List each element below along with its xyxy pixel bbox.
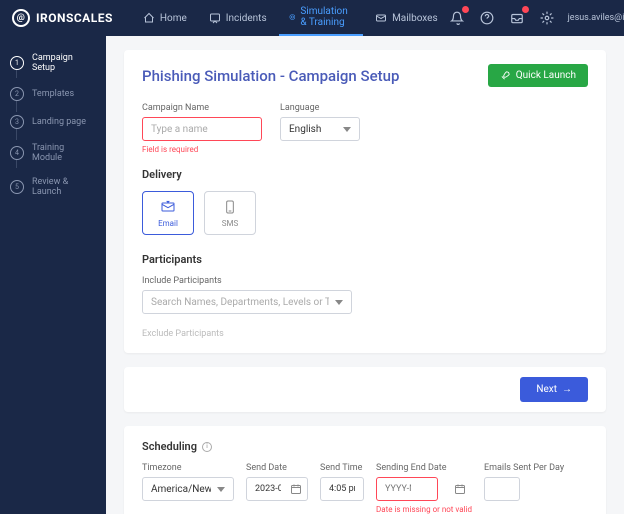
language-select[interactable]: English xyxy=(280,117,360,141)
nav-home-label: Home xyxy=(160,13,187,24)
main-nav: Home Incidents Simulation & Training Mai… xyxy=(133,0,448,36)
scheduling-title: Schedulingi xyxy=(142,440,588,453)
help-icon xyxy=(480,11,494,25)
notifications-button[interactable] xyxy=(448,9,466,27)
delivery-email[interactable]: Email xyxy=(142,191,194,235)
nav-incidents-label: Incidents xyxy=(226,13,267,24)
page-title: Phishing Simulation - Campaign Setup xyxy=(142,67,399,85)
end-date-error: Date is missing or not valid xyxy=(376,505,472,514)
brand-text: IRONSCALES xyxy=(36,11,113,25)
email-icon xyxy=(160,199,176,215)
nav-simulation-label: Simulation & Training xyxy=(300,6,353,28)
timezone-select[interactable]: America/New_York xyxy=(142,477,234,501)
end-date-label: Sending End Date xyxy=(376,463,472,473)
arrow-right-icon: → xyxy=(562,384,572,395)
language-label: Language xyxy=(280,103,360,113)
wizard-sidebar: 1Campaign Setup 2Templates 3Landing page… xyxy=(0,36,106,514)
nav-mailboxes[interactable]: Mailboxes xyxy=(365,0,448,36)
topbar-right: jesus.aviles@inboun... ▾ xyxy=(448,9,624,27)
participants-title: Participants xyxy=(142,253,588,266)
send-time-label: Send Time xyxy=(320,463,364,473)
delivery-title: Delivery xyxy=(142,168,588,181)
nav-simulation[interactable]: Simulation & Training xyxy=(279,0,363,36)
nav-home[interactable]: Home xyxy=(133,0,197,36)
bell-icon xyxy=(450,11,464,25)
user-email: jesus.aviles@inboun... xyxy=(568,13,624,23)
end-date-input[interactable] xyxy=(376,477,438,501)
calendar-icon xyxy=(290,483,302,495)
calendar-icon xyxy=(454,483,466,495)
include-participants-select[interactable]: Search Names, Departments, Levels or Tag… xyxy=(142,290,352,314)
step-training-module[interactable]: 4Training Module xyxy=(0,136,106,170)
step-campaign-setup[interactable]: 1Campaign Setup xyxy=(0,46,106,80)
target-icon xyxy=(289,11,296,23)
next-button[interactable]: Next → xyxy=(520,377,588,402)
mailbox-icon xyxy=(375,12,387,24)
settings-button[interactable] xyxy=(538,9,556,27)
step-landing-page[interactable]: 3Landing page xyxy=(0,108,106,136)
inbox-icon xyxy=(510,11,524,25)
send-time-input[interactable] xyxy=(320,477,364,501)
step-review-launch[interactable]: 5Review & Launch xyxy=(0,170,106,204)
delivery-sms[interactable]: SMS xyxy=(204,191,256,235)
logo: @ IRONSCALES xyxy=(12,9,113,27)
help-button[interactable] xyxy=(478,9,496,27)
include-participants-label: Include Participants xyxy=(142,276,588,286)
per-day-label: Emails Sent Per Day xyxy=(484,463,564,473)
nav-mailboxes-label: Mailboxes xyxy=(392,13,438,24)
campaign-name-label: Campaign Name xyxy=(142,103,262,113)
nav-incidents[interactable]: Incidents xyxy=(199,0,277,36)
campaign-name-input[interactable] xyxy=(142,117,262,141)
topbar: @ IRONSCALES Home Incidents Simulation &… xyxy=(0,0,624,36)
info-icon[interactable]: i xyxy=(202,442,212,452)
timezone-label: Timezone xyxy=(142,463,234,473)
inbox-button[interactable] xyxy=(508,9,526,27)
step-templates[interactable]: 2Templates xyxy=(0,80,106,108)
delivery-sms-label: SMS xyxy=(222,219,238,228)
step-label: Campaign Setup xyxy=(32,53,96,73)
chat-icon xyxy=(209,12,221,24)
step-label: Review & Launch xyxy=(32,177,96,197)
main-content: Phishing Simulation - Campaign Setup Qui… xyxy=(106,36,624,514)
campaign-name-error: Field is required xyxy=(142,145,262,154)
step-label: Templates xyxy=(32,89,74,99)
sms-icon xyxy=(222,199,238,215)
notification-badge xyxy=(462,6,469,13)
exclude-participants-label: Exclude Participants xyxy=(142,329,224,339)
user-menu[interactable]: jesus.aviles@inboun... ▾ xyxy=(568,13,624,23)
gear-icon xyxy=(540,11,554,25)
step-label: Landing page xyxy=(32,117,86,127)
rocket-icon xyxy=(500,70,511,81)
per-day-input[interactable] xyxy=(484,477,520,501)
next-label: Next xyxy=(536,384,557,395)
delivery-email-label: Email xyxy=(158,219,178,228)
logo-icon: @ xyxy=(12,9,30,27)
quick-launch-label: Quick Launch xyxy=(516,70,576,81)
home-icon xyxy=(143,12,155,24)
send-date-label: Send Date xyxy=(246,463,308,473)
quick-launch-button[interactable]: Quick Launch xyxy=(488,64,588,87)
inbox-badge xyxy=(522,6,529,13)
step-label: Training Module xyxy=(32,143,96,163)
